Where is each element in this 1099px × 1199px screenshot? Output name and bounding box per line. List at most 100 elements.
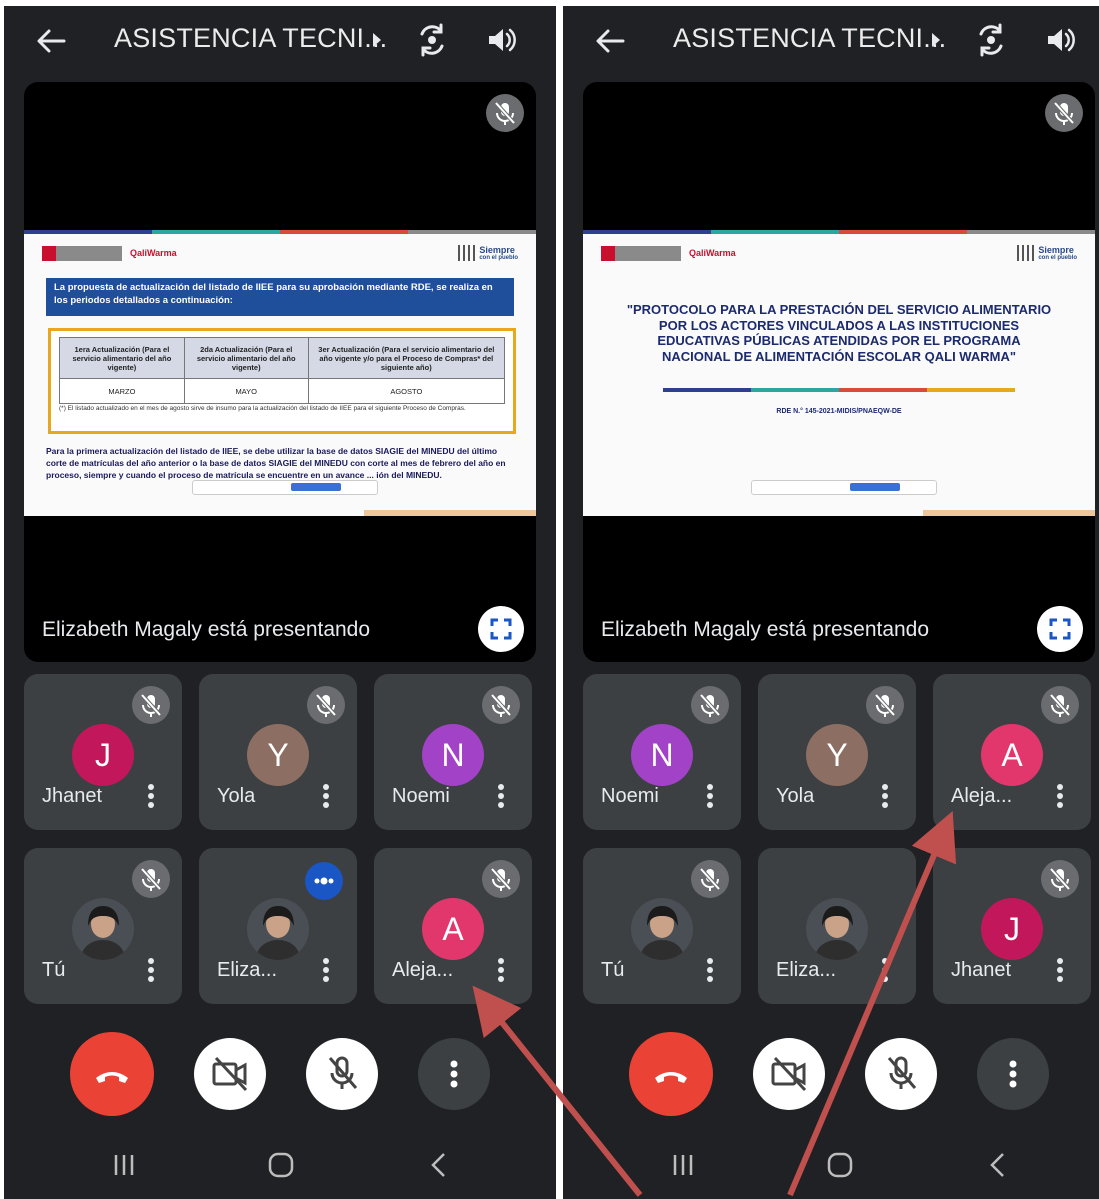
table-header: 2da Actualización (Para el servicio alim…	[183, 337, 309, 379]
camera-off-icon	[771, 1056, 807, 1092]
presenting-label: Elizabeth Magaly está presentando	[42, 618, 371, 641]
more-vert-icon[interactable]	[321, 956, 331, 984]
periods-table-frame: 1era Actualización (Para el servicio ali…	[48, 328, 516, 434]
system-back-icon[interactable]	[987, 1150, 1007, 1180]
slide-rde-code: RDE N.° 145-2021-MIDIS/PNAEQW-DE	[776, 408, 902, 415]
mic-toggle-button[interactable]	[865, 1038, 937, 1110]
participant-tile[interactable]: Tú	[583, 848, 741, 1004]
presenting-label: Elizabeth Magaly está presentando	[601, 618, 930, 641]
participant-tile[interactable]: Y Yola	[758, 674, 916, 830]
speaker-icon[interactable]	[1043, 23, 1077, 57]
more-vert-icon[interactable]	[1055, 956, 1065, 984]
participant-name: Eliza...	[217, 959, 278, 981]
more-vert-icon[interactable]	[496, 782, 506, 810]
slogan-line1: Siempre	[1038, 244, 1074, 255]
qali-warma-logo: QaliWarma	[689, 248, 736, 258]
color-strip	[583, 230, 1095, 234]
government-logo	[601, 245, 681, 261]
camera-toggle-button[interactable]	[753, 1038, 825, 1110]
chevron-right-icon[interactable]	[929, 31, 943, 49]
back-arrow-icon[interactable]	[593, 24, 627, 58]
participant-name: Noemi	[601, 785, 659, 807]
participant-tile[interactable]: A Aleja...	[374, 848, 532, 1004]
more-vert-icon	[1009, 1060, 1017, 1088]
meeting-title[interactable]: ASISTENCIA TECNI...	[114, 23, 387, 54]
chevron-right-icon[interactable]	[370, 31, 384, 49]
avatar-photo	[72, 898, 134, 960]
camera-switch-icon[interactable]	[414, 22, 450, 58]
mic-off-icon	[132, 686, 170, 724]
system-back-icon[interactable]	[428, 1150, 448, 1180]
avatar: A	[981, 724, 1043, 786]
camera-switch-icon[interactable]	[973, 22, 1009, 58]
shared-slide: QaliWarma Siempre con el pueblo La propue…	[24, 230, 536, 516]
presentation-stage[interactable]: QaliWarma Siempre con el pueblo La propue…	[24, 82, 536, 662]
participant-name: Yola	[776, 785, 815, 807]
participant-tile[interactable]: Tú	[24, 848, 182, 1004]
more-vert-icon[interactable]	[321, 782, 331, 810]
more-options-button[interactable]	[977, 1038, 1049, 1110]
mic-off-icon	[691, 686, 729, 724]
more-vert-icon[interactable]	[146, 782, 156, 810]
more-vert-icon[interactable]	[880, 782, 890, 810]
camera-off-icon	[212, 1056, 248, 1092]
participant-tile[interactable]: J Jhanet	[24, 674, 182, 830]
fullscreen-button[interactable]	[478, 606, 524, 652]
avatar-photo	[247, 898, 309, 960]
participant-tile[interactable]: A Aleja...	[933, 674, 1091, 830]
screen-share-bar	[751, 480, 937, 495]
home-icon[interactable]	[266, 1150, 296, 1180]
back-arrow-icon[interactable]	[34, 24, 68, 58]
more-vert-icon[interactable]	[880, 956, 890, 984]
recents-icon[interactable]	[669, 1152, 697, 1178]
more-vert-icon[interactable]	[705, 782, 715, 810]
end-call-button[interactable]	[70, 1032, 154, 1116]
participant-tile[interactable]: J Jhanet	[933, 848, 1091, 1004]
color-divider	[663, 388, 1015, 392]
meeting-title[interactable]: ASISTENCIA TECNI...	[673, 23, 946, 54]
more-vert-icon[interactable]	[496, 956, 506, 984]
mic-off-icon	[1041, 860, 1079, 898]
avatar: N	[422, 724, 484, 786]
system-nav-bar	[4, 1136, 556, 1199]
mic-off-icon	[1041, 686, 1079, 724]
avatar: A	[422, 898, 484, 960]
participant-tile[interactable]: N Noemi	[583, 674, 741, 830]
speaking-indicator-icon	[305, 862, 343, 900]
participant-name: Tú	[42, 959, 66, 981]
shared-slide: QaliWarma Siempre con el pueblo "PROTOCOL…	[583, 230, 1095, 516]
screen-share-bar	[192, 480, 378, 495]
participant-tile[interactable]: Y Yola	[199, 674, 357, 830]
avatar: N	[631, 724, 693, 786]
participant-name: Tú	[601, 959, 625, 981]
more-options-button[interactable]	[418, 1038, 490, 1110]
table-cell: MARZO	[59, 378, 185, 404]
fullscreen-button[interactable]	[1037, 606, 1083, 652]
mic-off-icon	[691, 860, 729, 898]
recents-icon[interactable]	[110, 1152, 138, 1178]
slide-header: QaliWarma Siempre con el pueblo	[601, 242, 1077, 264]
phone-screen-left: ASISTENCIA TECNI... QaliWarma Siempre con…	[4, 6, 556, 1199]
more-vert-icon[interactable]	[705, 956, 715, 984]
camera-toggle-button[interactable]	[194, 1038, 266, 1110]
mic-toggle-button[interactable]	[306, 1038, 378, 1110]
government-logo	[42, 245, 122, 261]
more-vert-icon[interactable]	[1055, 782, 1065, 810]
more-vert-icon[interactable]	[146, 956, 156, 984]
slide-paragraph: Para la primera actualización del listad…	[46, 446, 506, 480]
mic-off-icon	[1045, 94, 1083, 132]
slide-bottom-bar	[364, 510, 536, 516]
presentation-stage[interactable]: QaliWarma Siempre con el pueblo "PROTOCOL…	[583, 82, 1095, 662]
end-call-button[interactable]	[629, 1032, 713, 1116]
participant-tile[interactable]: Eliza...	[758, 848, 916, 1004]
mic-off-icon	[132, 860, 170, 898]
participant-tile[interactable]: Eliza...	[199, 848, 357, 1004]
mic-off-icon	[482, 686, 520, 724]
participant-tile[interactable]: N Noemi	[374, 674, 532, 830]
avatar: J	[72, 724, 134, 786]
avatar-photo	[806, 898, 868, 960]
home-icon[interactable]	[825, 1150, 855, 1180]
speaker-icon[interactable]	[484, 23, 518, 57]
slide-intro: La propuesta de actualización del listad…	[46, 278, 514, 316]
table-cell: MAYO	[183, 378, 309, 404]
